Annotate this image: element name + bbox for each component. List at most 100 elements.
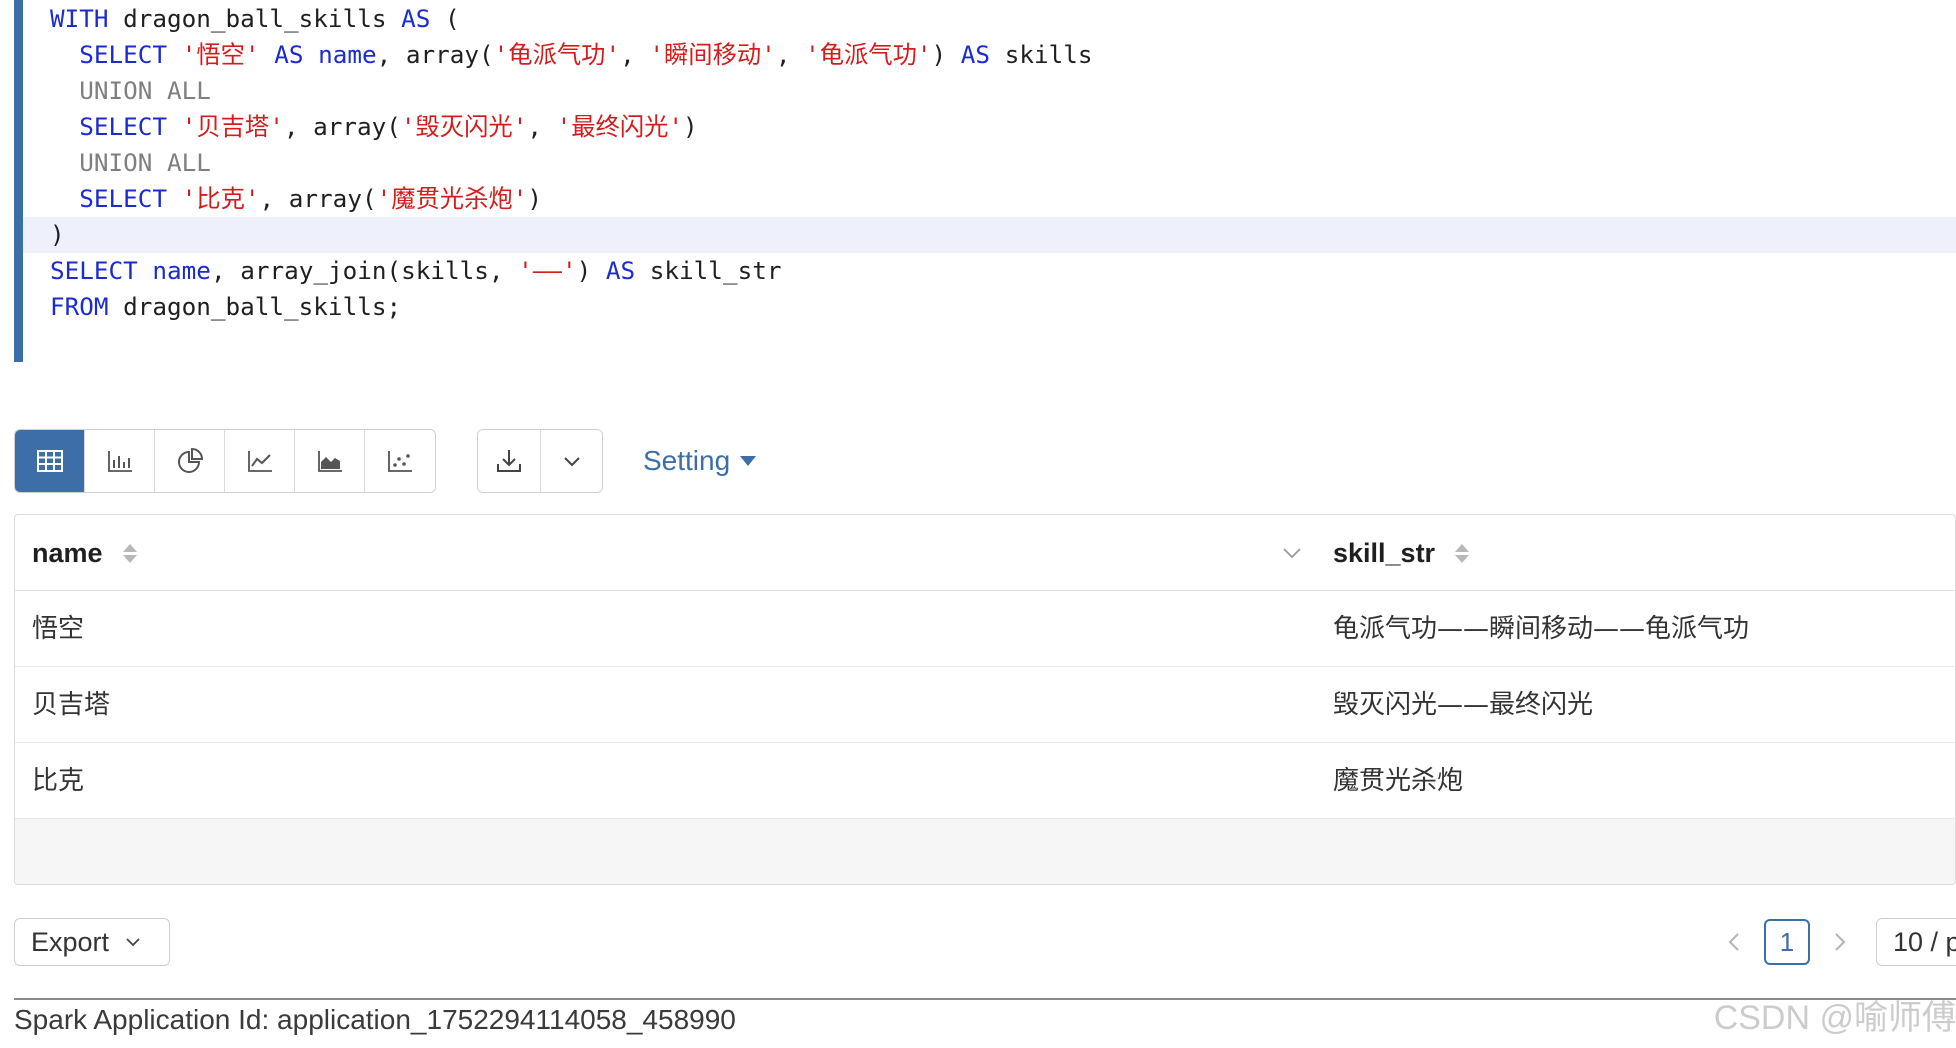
sql-string: '魔贯光杀炮' (376, 184, 528, 213)
sql-token: ) (683, 112, 698, 141)
area-chart-icon (317, 451, 342, 472)
application-id-status: Spark Application Id: application_175229… (14, 1004, 736, 1035)
next-page-button[interactable] (1826, 929, 1852, 955)
chevron-down-icon (563, 457, 580, 467)
sql-keyword: name (152, 256, 211, 285)
table-icon (36, 450, 63, 472)
column-header-label: name (32, 537, 103, 568)
sql-string: '比克' (181, 184, 260, 213)
sql-string: '毁灭闪光' (400, 112, 528, 141)
sql-keyword: AS (605, 256, 636, 285)
download-icon (497, 450, 521, 472)
sql-token: , array( (376, 40, 494, 69)
sql-token: , (620, 40, 650, 69)
code-line[interactable]: UNION ALL (23, 145, 1956, 181)
sql-editor[interactable]: WITH dragon_ball_skills AS ( SELECT '悟空'… (14, 0, 1956, 362)
sql-keyword: name (318, 40, 377, 69)
sql-token: dragon_ball_skills (108, 4, 402, 33)
view-switcher (14, 429, 436, 493)
sql-keyword: SELECT (79, 40, 168, 69)
caret-down-icon (740, 456, 757, 466)
scatter-chart-button[interactable] (365, 430, 435, 492)
area-chart-button[interactable] (295, 430, 365, 492)
download-button[interactable] (478, 430, 540, 492)
sql-keyword: AS (274, 40, 304, 69)
download-options-button[interactable] (540, 430, 602, 492)
result-table: name skill_str 悟空 龟派气功——瞬间移动——龟派气功 贝吉塔 毁… (14, 514, 1956, 885)
cell-skill-str: 龟派气功——瞬间移动——龟派气功 (1333, 614, 1750, 644)
sql-string: '贝吉塔' (181, 112, 284, 141)
line-chart-button[interactable] (225, 430, 295, 492)
sql-token: UNION ALL (79, 76, 211, 105)
setting-dropdown[interactable]: Setting (643, 445, 757, 477)
cell-skill-str: 魔贯光杀炮 (1333, 766, 1464, 796)
sql-string: '最终闪光' (556, 112, 684, 141)
sql-keyword: SELECT (50, 256, 138, 285)
column-filter-chevron-icon[interactable] (1279, 540, 1305, 566)
column-header-skill-str[interactable]: skill_str (1333, 515, 1470, 591)
pagination: 1 10 / pa (1722, 918, 1956, 966)
sql-token: , (527, 112, 557, 141)
sql-keyword: SELECT (79, 184, 168, 213)
page-size-select[interactable]: 10 / pa (1876, 918, 1956, 966)
chevron-right-icon (1835, 933, 1846, 951)
chevron-left-icon (1728, 933, 1739, 951)
code-line[interactable]: SELECT '比克', array('魔贯光杀炮') (23, 181, 1956, 217)
sql-string: '——' (518, 256, 577, 285)
export-dropdown-button[interactable]: Export (14, 918, 170, 966)
sql-token: ) (527, 184, 542, 213)
status-divider (14, 998, 1956, 1000)
sql-string: '龟派气功' (805, 40, 932, 69)
sql-token: ) (50, 220, 65, 249)
code-line[interactable]: SELECT '贝吉塔', array('毁灭闪光', '最终闪光') (23, 109, 1956, 145)
column-header-label: skill_str (1333, 537, 1436, 568)
table-view-button[interactable] (15, 430, 85, 492)
sql-token: , array( (283, 112, 401, 141)
bar-chart-button[interactable] (85, 430, 155, 492)
sql-string: '瞬间移动' (649, 40, 776, 69)
sql-keyword: FROM (50, 292, 109, 321)
table-empty-area (15, 819, 1955, 884)
pie-chart-button[interactable] (155, 430, 225, 492)
column-header-name[interactable]: name (32, 515, 137, 591)
code-line[interactable]: FROM dragon_ball_skills; (23, 289, 1956, 325)
sql-keyword: WITH (50, 4, 109, 33)
code-line[interactable]: WITH dragon_ball_skills AS ( (23, 1, 1956, 37)
sql-token: , (775, 40, 806, 69)
setting-label: Setting (643, 445, 731, 476)
sql-string: '龟派气功' (493, 40, 621, 69)
cell-skill-str: 毁灭闪光——最终闪光 (1333, 690, 1594, 720)
cell-name: 比克 (32, 766, 85, 796)
cell-name: 贝吉塔 (32, 690, 111, 720)
sql-keyword: AS (401, 4, 431, 33)
sql-token: ) (576, 256, 606, 285)
sort-icon[interactable] (122, 543, 137, 563)
cell-name: 悟空 (32, 614, 85, 644)
code-line[interactable]: UNION ALL (23, 73, 1956, 109)
sql-token: ) (931, 40, 961, 69)
table-row[interactable]: 比克 魔贯光杀炮 (15, 743, 1955, 819)
table-row[interactable]: 贝吉塔 毁灭闪光——最终闪光 (15, 667, 1955, 743)
table-row[interactable]: 悟空 龟派气功——瞬间移动——龟派气功 (15, 591, 1955, 667)
sql-token: skill_str (635, 256, 782, 285)
sql-string: '悟空' (181, 40, 260, 69)
page-number-button[interactable]: 1 (1764, 919, 1810, 965)
code-line[interactable]: SELECT '悟空' AS name, array('龟派气功', '瞬间移动… (23, 37, 1956, 73)
chevron-down-icon (126, 938, 140, 947)
sort-icon[interactable] (1455, 543, 1470, 563)
sql-keyword: AS (960, 40, 991, 69)
export-label: Export (31, 926, 110, 957)
code-line[interactable]: ) (23, 217, 1956, 253)
sql-token: dragon_ball_skills; (108, 292, 402, 321)
prev-page-button[interactable] (1722, 929, 1748, 955)
code-line[interactable]: SELECT name, array_join(skills, '——') AS… (23, 253, 1956, 289)
